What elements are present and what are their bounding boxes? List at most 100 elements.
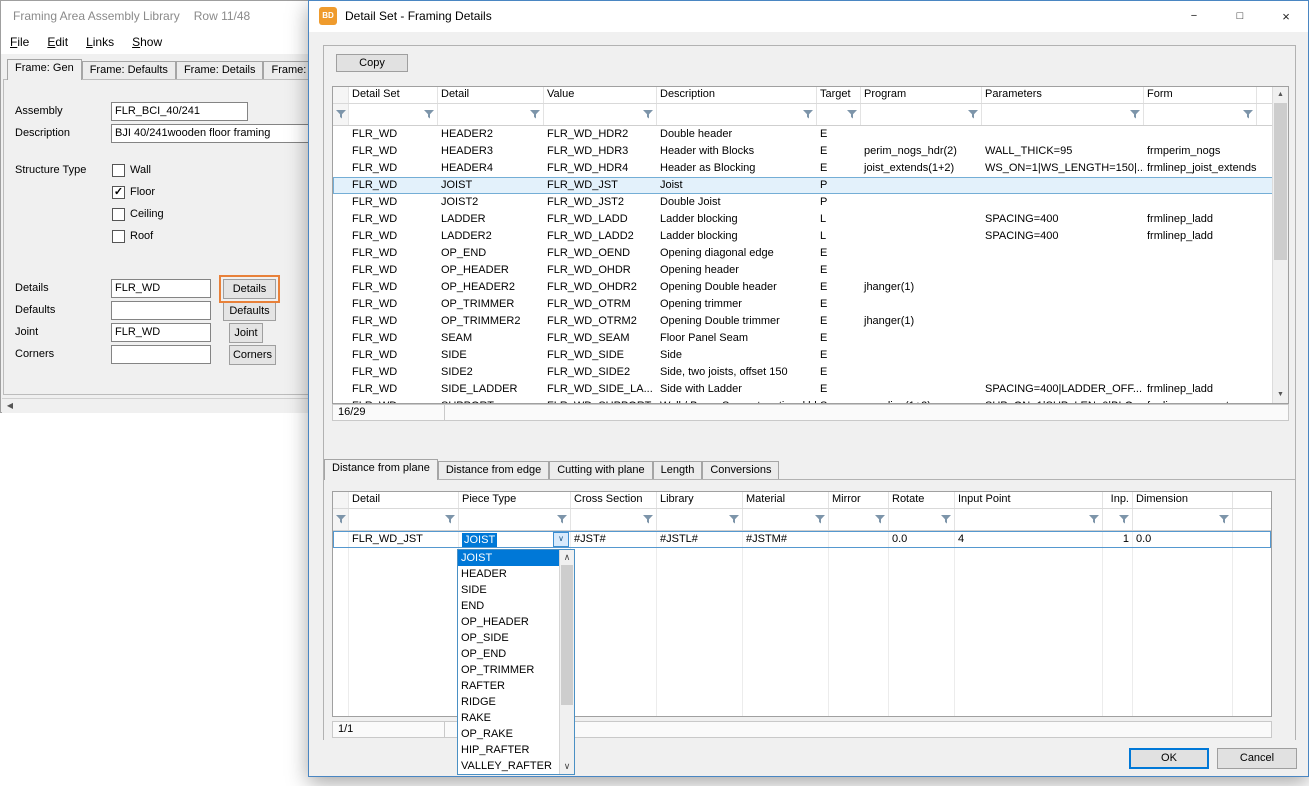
filter-icon[interactable]	[424, 110, 434, 119]
joint-button[interactable]: Joint	[229, 323, 263, 343]
column-header[interactable]: Detail Set	[349, 87, 438, 103]
filter-icon[interactable]	[557, 515, 567, 524]
checkbox-box[interactable]: ✓	[112, 186, 125, 199]
dropdown-item[interactable]: OP_SIDE	[458, 630, 559, 646]
filter-icon[interactable]	[530, 110, 540, 119]
dropdown-scroll-thumb[interactable]	[561, 565, 573, 705]
table-row[interactable]: FLR_WDSUPPORTFLR_WD_SUPPORTWall / Beam S…	[333, 398, 1288, 403]
dropdown-item[interactable]: RAKE	[458, 710, 559, 726]
table-row[interactable]: FLR_WDSIDE2FLR_WD_SIDE2Side, two joists,…	[333, 364, 1288, 381]
frame-tab-2[interactable]: Frame: Details	[176, 61, 264, 79]
detail-tab-2[interactable]: Cutting with plane	[549, 461, 652, 479]
column-header[interactable]: Detail	[438, 87, 544, 103]
filter-icon[interactable]	[941, 515, 951, 524]
filter-cell[interactable]	[1103, 509, 1133, 530]
checkbox-box[interactable]	[112, 208, 125, 221]
maximize-button[interactable]: □	[1217, 1, 1263, 32]
filter-cell[interactable]	[349, 509, 459, 530]
menu-item-links[interactable]: Links	[77, 31, 123, 54]
menu-item-file[interactable]: File	[1, 31, 38, 54]
frame-tab-1[interactable]: Frame: Defaults	[82, 61, 176, 79]
filter-cell[interactable]	[333, 104, 349, 125]
table-row[interactable]: FLR_WDLADDERFLR_WD_LADDLadder blockingLS…	[333, 211, 1288, 228]
filter-cell[interactable]	[438, 104, 544, 125]
filter-cell[interactable]	[1144, 104, 1257, 125]
dropdown-item[interactable]: HEADER	[458, 566, 559, 582]
filter-icon[interactable]	[643, 515, 653, 524]
detail-tab-1[interactable]: Distance from edge	[438, 461, 549, 479]
piece-type-combo[interactable]: JOIST∨	[459, 531, 571, 548]
checkbox-ceiling[interactable]: Ceiling	[112, 206, 164, 222]
close-button[interactable]: ×	[1263, 1, 1309, 32]
checkbox-box[interactable]	[112, 164, 125, 177]
filter-cell[interactable]	[349, 104, 438, 125]
dropdown-item[interactable]: RIDGE	[458, 694, 559, 710]
filter-icon[interactable]	[1243, 110, 1253, 119]
corners-input[interactable]	[111, 345, 211, 364]
filter-cell[interactable]	[333, 509, 349, 530]
column-header[interactable]: Rotate	[889, 492, 955, 508]
column-header[interactable]: Form	[1144, 87, 1257, 103]
dropdown-item[interactable]: OP_RAKE	[458, 726, 559, 742]
filter-icon[interactable]	[1119, 515, 1129, 524]
filter-icon[interactable]	[729, 515, 739, 524]
frame-tab-0[interactable]: Frame: Gen	[7, 59, 82, 80]
table-row[interactable]: FLR_WDSEAMFLR_WD_SEAMFloor Panel SeamE	[333, 330, 1288, 347]
detail-tab-4[interactable]: Conversions	[702, 461, 779, 479]
combo-dropdown-button[interactable]: ∨	[553, 532, 569, 547]
filter-icon[interactable]	[1089, 515, 1099, 524]
checkbox-roof[interactable]: Roof	[112, 228, 164, 244]
column-header[interactable]: Target	[817, 87, 861, 103]
table-row[interactable]: FLR_WDOP_ENDFLR_WD_OENDOpening diagonal …	[333, 245, 1288, 262]
column-header[interactable]: Detail	[349, 492, 459, 508]
menu-item-edit[interactable]: Edit	[38, 31, 77, 54]
dropdown-item[interactable]: OP_TRIMMER	[458, 662, 559, 678]
checkbox-floor[interactable]: ✓Floor	[112, 184, 164, 200]
scroll-track[interactable]	[1273, 103, 1288, 387]
piece-row[interactable]: FLR_WD_JSTJOIST∨#JST##JSTL##JSTM#0.0410.…	[333, 531, 1271, 548]
column-header[interactable]: Inp.	[1103, 492, 1133, 508]
table-row[interactable]: FLR_WDOP_TRIMMER2FLR_WD_OTRM2Opening Dou…	[333, 313, 1288, 330]
defaults-button[interactable]: Defaults	[223, 301, 276, 321]
dropdown-item[interactable]: JOIST	[458, 550, 559, 566]
filter-cell[interactable]	[657, 104, 817, 125]
dialog-titlebar[interactable]: BD Detail Set - Framing Details − □ ×	[309, 1, 1308, 32]
detail-tab-0[interactable]: Distance from plane	[324, 459, 438, 480]
ok-button[interactable]: OK	[1129, 748, 1209, 769]
column-header[interactable]: Parameters	[982, 87, 1144, 103]
dropdown-scroll-up-button[interactable]: ∧	[560, 550, 574, 565]
table-row[interactable]: FLR_WDLADDER2FLR_WD_LADD2Ladder blocking…	[333, 228, 1288, 245]
column-header[interactable]: Dimension	[1133, 492, 1233, 508]
assembly-input[interactable]: FLR_BCI_40/241	[111, 102, 248, 121]
filter-cell[interactable]	[743, 509, 829, 530]
filter-cell[interactable]	[955, 509, 1103, 530]
dropdown-scroll-down-button[interactable]: ∨	[560, 759, 574, 774]
table-row[interactable]: FLR_WDHEADER4FLR_WD_HDR4Header as Blocki…	[333, 160, 1288, 177]
dropdown-scrollbar[interactable]: ∧ ∨	[559, 550, 574, 774]
dropdown-item[interactable]: HIP_RAFTER	[458, 742, 559, 758]
joint-input[interactable]: FLR_WD	[111, 323, 211, 342]
table-row[interactable]: FLR_WDOP_TRIMMERFLR_WD_OTRMOpening trimm…	[333, 296, 1288, 313]
filter-icon[interactable]	[1219, 515, 1229, 524]
scroll-up-button[interactable]: ▲	[1273, 87, 1288, 103]
filter-cell[interactable]	[459, 509, 571, 530]
filter-icon[interactable]	[1130, 110, 1140, 119]
filter-cell[interactable]	[861, 104, 982, 125]
column-header[interactable]: Input Point	[955, 492, 1103, 508]
table-row[interactable]: FLR_WDOP_HEADERFLR_WD_OHDROpening header…	[333, 262, 1288, 279]
scroll-down-button[interactable]: ▼	[1273, 387, 1288, 403]
column-header[interactable]: Library	[657, 492, 743, 508]
table-row[interactable]: FLR_WDHEADER2FLR_WD_HDR2Double headerE	[333, 126, 1288, 143]
scroll-left-button[interactable]: ◀	[2, 399, 18, 413]
table-row[interactable]: FLR_WDSIDE_LADDERFLR_WD_SIDE_LA...Side w…	[333, 381, 1288, 398]
table-row[interactable]: FLR_WDJOIST2FLR_WD_JST2Double JoistP	[333, 194, 1288, 211]
checkbox-wall[interactable]: Wall	[112, 162, 164, 178]
dropdown-item[interactable]: OP_END	[458, 646, 559, 662]
filter-cell[interactable]	[817, 104, 861, 125]
table-row[interactable]: FLR_WDJOISTFLR_WD_JSTJoistP	[333, 177, 1288, 194]
filter-icon[interactable]	[803, 110, 813, 119]
column-header[interactable]: Value	[544, 87, 657, 103]
filter-icon[interactable]	[875, 515, 885, 524]
table-row[interactable]: FLR_WDSIDEFLR_WD_SIDESideE	[333, 347, 1288, 364]
description-input[interactable]: BJI 40/241wooden floor framing	[111, 124, 329, 143]
